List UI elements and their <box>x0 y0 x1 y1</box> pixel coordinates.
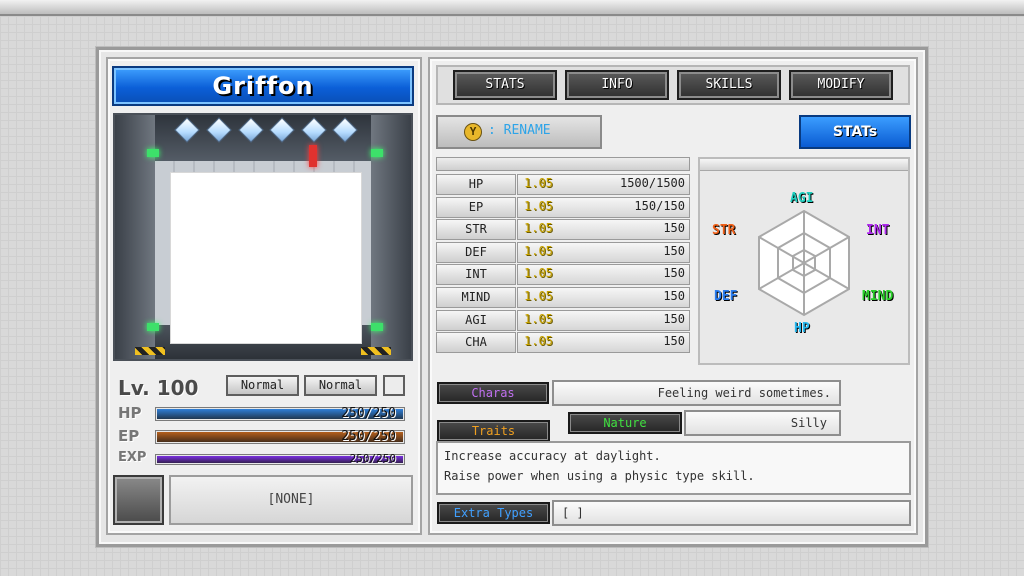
tab-modify[interactable]: MODIFY <box>789 70 893 100</box>
ep-bar: 250/250 <box>155 429 405 444</box>
exp-bar-value: 250/250 <box>349 452 396 465</box>
stat-multiplier: 1.05 <box>524 198 553 213</box>
stat-row-ep: EP 1.05 150/150 <box>436 196 690 218</box>
traits-label: Traits <box>437 420 550 442</box>
radar-label-def: DEF <box>714 289 738 304</box>
radar-label-mind: MIND <box>862 289 894 304</box>
stat-row-int: INT 1.05 150 <box>436 264 690 286</box>
stat-multiplier: 1.05 <box>524 221 553 236</box>
stat-name: EP <box>436 196 516 218</box>
stat-multiplier: 1.05 <box>524 334 553 349</box>
green-light-icon <box>147 149 159 157</box>
y-button-icon: Y <box>464 123 482 141</box>
stat-row-def: DEF 1.05 150 <box>436 241 690 263</box>
nature-value: Silly <box>684 410 841 436</box>
radar-label-hp: HP <box>794 321 810 336</box>
stats-radar-chart: AGI INT MIND HP DEF STR <box>698 157 910 365</box>
stat-row-str: STR 1.05 150 <box>436 219 690 241</box>
green-light-icon <box>147 323 159 331</box>
stats-table-header <box>436 157 690 171</box>
stat-multiplier: 1.05 <box>524 311 553 326</box>
stat-values: 1.05 150 <box>517 309 690 331</box>
stat-name: MIND <box>436 287 516 308</box>
ep-bar-value: 250/250 <box>341 429 396 444</box>
stat-row-agi: AGI 1.05 150 <box>436 309 690 331</box>
stat-multiplier: 1.05 <box>524 289 553 303</box>
tab-stats[interactable]: STATS <box>453 70 557 100</box>
exp-bar-row: EXP 250/250 <box>118 450 406 468</box>
rename-label: : RENAME <box>488 123 551 138</box>
stat-row-mind: MIND 1.05 150 <box>436 287 690 308</box>
stat-values: 1.05 1500/1500 <box>517 174 690 195</box>
nature-label: Nature <box>568 412 682 434</box>
stat-name: STR <box>436 219 516 241</box>
stat-values: 1.05 150 <box>517 287 690 308</box>
stat-value: 150 <box>663 289 685 303</box>
stat-values: 1.05 150 <box>517 264 690 286</box>
type-badge-2[interactable]: Normal <box>304 375 377 396</box>
trait-line: Raise power when using a physic type ski… <box>444 469 755 483</box>
red-light-icon <box>309 145 317 167</box>
radar-label-str: STR <box>712 223 736 238</box>
ep-bar-row: EP 250/250 <box>118 427 406 446</box>
type-badge-empty[interactable] <box>383 375 405 396</box>
equip-slot-name[interactable]: [NONE] <box>169 475 413 525</box>
extra-types-label: Extra Types <box>437 502 550 524</box>
stat-multiplier: 1.05 <box>524 243 553 258</box>
stat-value: 150 <box>663 334 685 349</box>
stat-value: 150 <box>663 266 685 281</box>
stat-name: CHA <box>436 332 516 354</box>
hazard-stripe <box>361 347 391 355</box>
tab-skills[interactable]: SKILLS <box>677 70 781 100</box>
stat-values: 1.05 150/150 <box>517 196 690 218</box>
stat-values: 1.05 150 <box>517 241 690 263</box>
tab-info[interactable]: INFO <box>565 70 669 100</box>
level-label: Lv. 100 <box>118 376 199 400</box>
stat-name: DEF <box>436 241 516 263</box>
equip-slot-icon[interactable] <box>113 475 164 525</box>
rename-button[interactable]: Y : RENAME <box>436 115 602 149</box>
green-light-icon <box>371 323 383 331</box>
room-wall-top <box>115 115 411 161</box>
radar-label-int: INT <box>866 223 890 238</box>
character-name: Griffon <box>112 66 414 106</box>
hp-bar-label: HP <box>118 404 142 422</box>
hp-bar-value: 250/250 <box>341 406 396 421</box>
stat-value: 1500/1500 <box>619 176 685 190</box>
traits-box: Increase accuracy at daylight. Raise pow… <box>436 441 911 495</box>
stat-value: 150 <box>663 311 685 326</box>
stat-multiplier: 1.05 <box>524 176 553 190</box>
stat-value: 150/150 <box>634 198 685 213</box>
type-badge-1[interactable]: Normal <box>226 375 299 396</box>
ep-bar-label: EP <box>118 427 140 445</box>
extra-types-value: [ ] <box>552 500 911 526</box>
hazard-stripe <box>135 347 165 355</box>
charas-value: Feeling weird sometimes. <box>552 380 841 406</box>
stat-name: HP <box>436 174 516 195</box>
stat-name: INT <box>436 264 516 286</box>
stat-value: 150 <box>663 221 685 236</box>
top-bar <box>0 0 1024 16</box>
charas-label: Charas <box>437 382 549 404</box>
character-portrait <box>170 172 362 344</box>
exp-bar-label: EXP <box>118 450 147 465</box>
stat-row-hp: HP 1.05 1500/1500 <box>436 174 690 195</box>
green-light-icon <box>371 149 383 157</box>
character-display-room <box>113 113 413 361</box>
hp-bar-row: HP 250/250 <box>118 404 406 423</box>
stat-value: 150 <box>663 243 685 258</box>
trait-line: Increase accuracy at daylight. <box>444 449 661 463</box>
stat-row-cha: CHA 1.05 150 <box>436 332 690 354</box>
stat-values: 1.05 150 <box>517 219 690 241</box>
stat-values: 1.05 150 <box>517 332 690 354</box>
stats-view-button[interactable]: STATs <box>799 115 911 149</box>
stat-multiplier: 1.05 <box>524 266 553 281</box>
radar-label-agi: AGI <box>790 191 814 206</box>
hp-bar: 250/250 <box>155 406 405 421</box>
exp-bar: 250/250 <box>155 452 405 465</box>
stat-name: AGI <box>436 309 516 331</box>
